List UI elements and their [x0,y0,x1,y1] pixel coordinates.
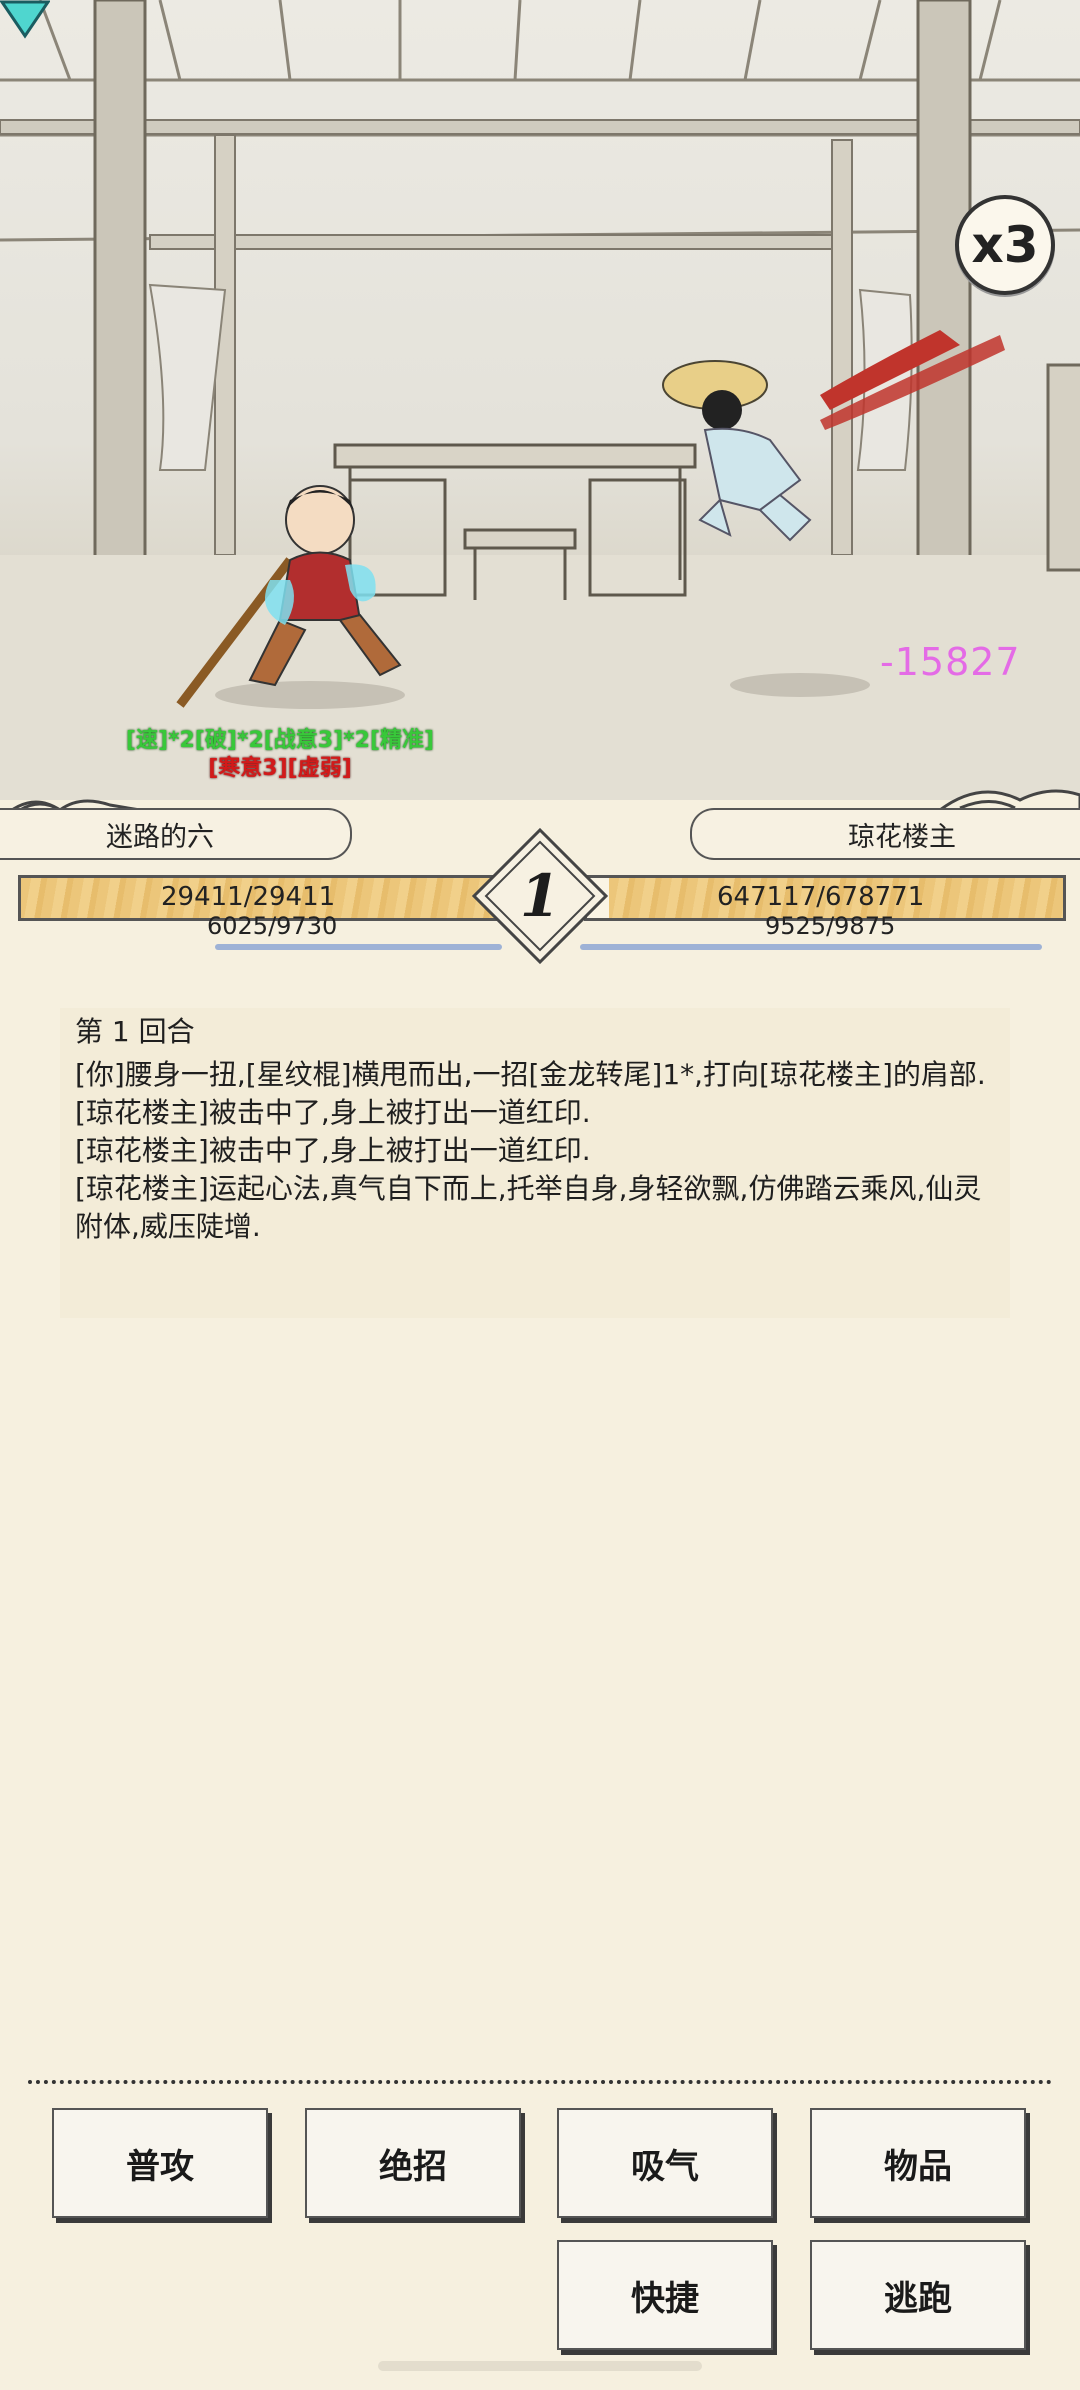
player-mp-text: 6025/9730 [207,912,338,940]
round-indicator: 1 [519,862,561,930]
ultimate-button[interactable]: 绝招 [305,2108,521,2218]
log-entry: [琼花楼主]被击中了,身上被打出一道红印. [75,1134,591,1167]
action-divider [28,2080,1052,2084]
shortcut-button[interactable]: 快捷 [557,2240,773,2350]
items-button[interactable]: 物品 [810,2108,1026,2218]
log-entry: [琼花楼主]运起心法,真气自下而上,托举自身,身轻欲飘,仿佛踏云乘风,仙灵附体,… [75,1172,982,1243]
log-entry: [琼花楼主]被击中了,身上被打出一道红印. [75,1096,591,1129]
home-indicator[interactable] [378,2361,702,2371]
player-mp-bar [215,944,502,950]
log-round-title: 第 1 回合 [75,1015,195,1048]
battle-log: 第 1 回合 [你]腰身一扭,[星纹棍]横甩而出,一招[金龙转尾]1*,打向[琼… [60,1008,1010,1318]
player-name-plate: 迷路的六 [0,808,352,860]
attack-button[interactable]: 普攻 [52,2108,268,2218]
battle-scene: x3 -15827 [速]*2[破]*2[战意3]*2[精准] [寒意3][虚弱… [0,0,1080,800]
target-marker-icon [0,0,50,39]
enemy-name: 琼花楼主 [848,821,956,853]
enemy-mp-bar [580,944,1042,950]
log-entry: [你]腰身一扭,[星纹棍]横甩而出,一招[金龙转尾]1*,打向[琼花楼主]的肩部… [75,1058,986,1091]
enemy-hp-text: 647117/678771 [717,882,925,912]
speed-multiplier-label: x3 [971,216,1039,274]
damage-popup: -15827 [880,640,1021,684]
enemy-name-plate: 琼花楼主 [690,808,1080,860]
enemy-mp-text: 9525/9875 [765,912,896,940]
flee-button[interactable]: 逃跑 [810,2240,1026,2350]
speed-toggle-button[interactable]: x3 [955,195,1055,295]
player-buffs: [速]*2[破]*2[战意3]*2[精准] [125,728,435,753]
player-hp-text: 29411/29411 [161,882,336,912]
breathe-button[interactable]: 吸气 [557,2108,773,2218]
player-name: 迷路的六 [106,821,214,853]
